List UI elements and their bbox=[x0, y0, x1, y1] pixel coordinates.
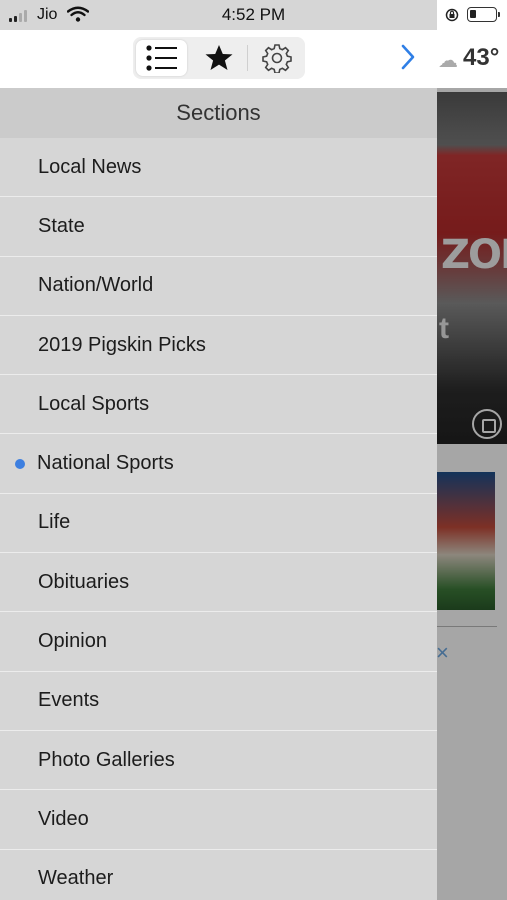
status-bar: Jio 4:52 PM bbox=[0, 0, 507, 30]
drawer-segmented-control bbox=[133, 37, 305, 79]
section-item-national-sports[interactable]: National Sports bbox=[0, 434, 437, 494]
section-item-video[interactable]: Video bbox=[0, 790, 437, 850]
section-item-pigskin-picks[interactable]: 2019 Pigskin Picks bbox=[0, 316, 437, 376]
drawer-toolbar bbox=[0, 30, 437, 88]
star-icon bbox=[205, 45, 232, 70]
tab-favorites[interactable] bbox=[190, 37, 247, 79]
section-item-life[interactable]: Life bbox=[0, 494, 437, 554]
tab-settings[interactable] bbox=[248, 37, 305, 79]
section-item-state[interactable]: State bbox=[0, 197, 437, 257]
section-item-label: State bbox=[38, 214, 85, 237]
section-item-label: Opinion bbox=[38, 630, 107, 653]
section-item-label: 2019 Pigskin Picks bbox=[38, 333, 206, 356]
background-dim-overlay[interactable] bbox=[437, 88, 507, 900]
section-item-obituaries[interactable]: Obituaries bbox=[0, 553, 437, 613]
section-item-label: Weather bbox=[38, 867, 114, 890]
section-item-photo-galleries[interactable]: Photo Galleries bbox=[0, 731, 437, 791]
section-list: Local News State Nation/World 2019 Pigsk… bbox=[0, 138, 437, 900]
gear-icon bbox=[261, 44, 292, 73]
weather-cloud-icon: ☁ bbox=[438, 50, 458, 72]
section-item-label: National Sports bbox=[37, 452, 174, 475]
sections-title: Sections bbox=[0, 88, 437, 138]
status-time: 4:52 PM bbox=[221, 5, 286, 24]
section-item-events[interactable]: Events bbox=[0, 672, 437, 731]
orientation-lock-icon bbox=[445, 8, 459, 22]
tab-sections[interactable] bbox=[136, 40, 187, 76]
section-item-label: Life bbox=[38, 511, 71, 534]
section-item-label: Video bbox=[38, 807, 89, 830]
sections-drawer: Sections Local News State Nation/World 2… bbox=[0, 0, 437, 900]
section-item-opinion[interactable]: Opinion bbox=[0, 612, 437, 672]
section-item-label: Events bbox=[38, 689, 100, 712]
section-item-label: Obituaries bbox=[38, 570, 130, 593]
section-item-weather[interactable]: Weather bbox=[0, 850, 437, 900]
section-item-local-news[interactable]: Local News bbox=[0, 138, 437, 198]
section-item-label: Local News bbox=[38, 155, 142, 178]
section-item-local-sports[interactable]: Local Sports bbox=[0, 375, 437, 435]
section-item-label: Photo Galleries bbox=[38, 748, 175, 771]
battery-icon bbox=[467, 7, 500, 22]
selected-indicator-dot bbox=[15, 458, 25, 469]
section-item-label: Local Sports bbox=[38, 392, 150, 415]
chevron-right-icon[interactable] bbox=[398, 42, 418, 72]
temperature-label: 43° bbox=[463, 44, 500, 71]
section-item-nation-world[interactable]: Nation/World bbox=[0, 257, 437, 316]
section-item-label: Nation/World bbox=[38, 274, 154, 297]
list-icon bbox=[145, 45, 177, 71]
